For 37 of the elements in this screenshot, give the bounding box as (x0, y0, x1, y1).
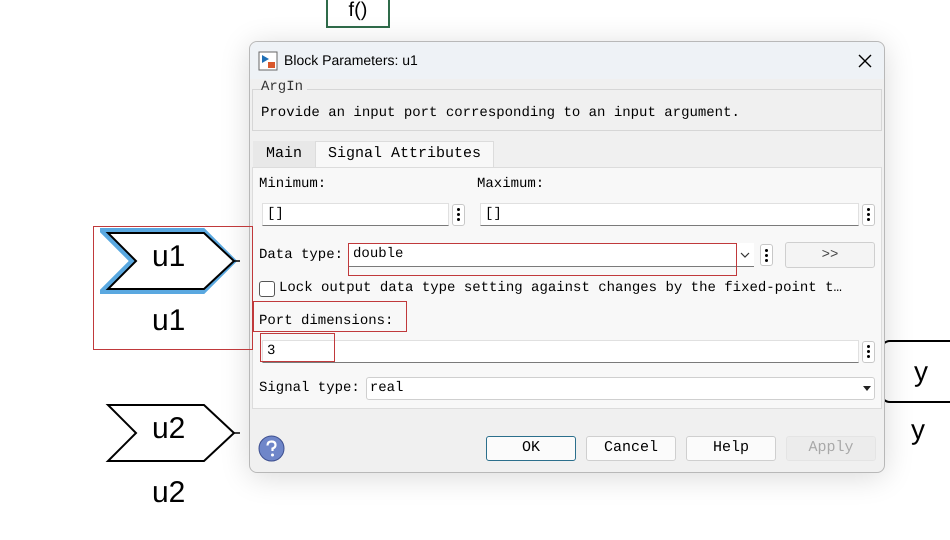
block-symbol: u1 (152, 242, 186, 272)
input-field[interactable]: 3 (262, 340, 859, 363)
field-label: Maximum: (477, 175, 546, 194)
close-icon[interactable] (858, 54, 872, 68)
checkbox-label: Lock output data type setting against changes by the fixed-point t… (279, 279, 842, 298)
field-label: Minimum: (259, 175, 328, 194)
signal-type-dropdown[interactable]: real (366, 377, 875, 400)
dialog-button[interactable]: Cancel (586, 436, 676, 461)
function-block[interactable]: f() (326, 0, 390, 28)
caret-down-icon (863, 386, 871, 391)
block-icon (258, 50, 278, 70)
field-label: Port dimensions: (259, 313, 394, 329)
dialog-button[interactable]: Help (686, 436, 776, 461)
help-icon[interactable] (258, 435, 285, 462)
input-field[interactable]: [] (480, 203, 859, 226)
inport-block[interactable] (100, 228, 240, 294)
window-title: Block Parameters: u1 (284, 51, 418, 70)
block-name: u1 (152, 306, 186, 336)
group-title: ArgIn (261, 80, 308, 94)
block-symbol: u2 (152, 414, 186, 444)
tab[interactable]: Signal Attributes (315, 141, 494, 167)
assistant-button[interactable]: >> (785, 242, 875, 268)
more-options-button[interactable] (862, 204, 875, 226)
more-options-button[interactable] (760, 244, 773, 266)
block-name: y (911, 416, 925, 444)
more-options-button[interactable] (452, 204, 465, 226)
field-label: Data type: (259, 246, 344, 264)
field-label: Signal type: (259, 379, 360, 398)
data-type-dropdown[interactable]: double (349, 243, 754, 267)
chevron-down-icon (740, 252, 750, 258)
more-options-button[interactable] (862, 340, 875, 362)
dialog-button[interactable]: OK (486, 436, 576, 461)
block-name: u2 (152, 478, 186, 508)
input-field[interactable]: [] (262, 203, 449, 226)
tab[interactable]: Main (253, 141, 316, 167)
description-text: Provide an input port corresponding to an input argument. (261, 104, 740, 123)
checkbox[interactable] (259, 280, 275, 296)
